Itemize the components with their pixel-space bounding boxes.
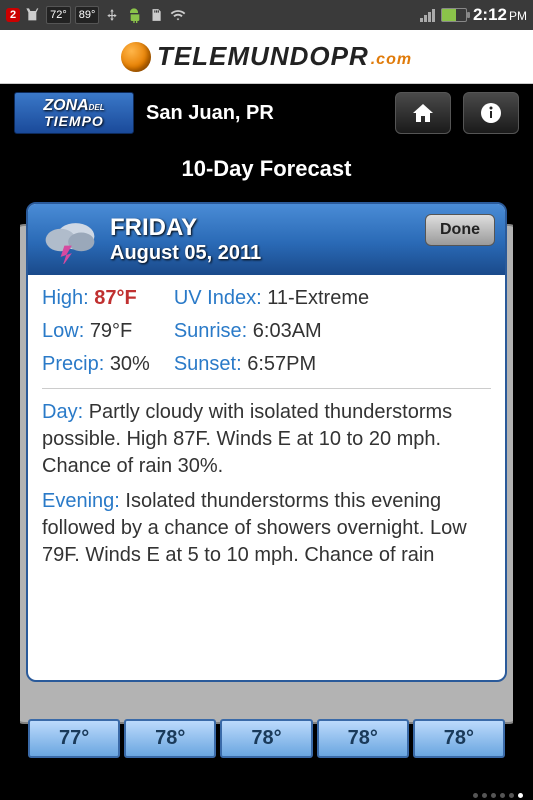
low-label: Low: bbox=[42, 320, 84, 342]
status-temp-2: 89° bbox=[75, 6, 100, 24]
high-label: High: bbox=[42, 287, 89, 309]
evening-narr-label: Evening: bbox=[42, 490, 120, 512]
page-indicator bbox=[473, 793, 523, 798]
day-info: FRIDAY August 05, 2011 bbox=[110, 214, 261, 265]
shopping-icon bbox=[24, 6, 42, 24]
uv-value: 11-Extreme bbox=[267, 287, 369, 309]
page-title: 10-Day Forecast bbox=[0, 142, 533, 202]
day-narr-label: Day: bbox=[42, 401, 83, 423]
forecast-day-cell[interactable]: 78° bbox=[413, 719, 505, 758]
status-temp-1: 72° bbox=[46, 6, 71, 24]
logo-text: TELEMUNDOPR bbox=[157, 41, 369, 72]
stats-col-left: High: 87°F Low: 79°F Precip: 30% bbox=[42, 285, 150, 378]
battery-icon bbox=[441, 8, 467, 22]
forecast-detail-card: FRIDAY August 05, 2011 Done High: 87°F L… bbox=[26, 202, 507, 682]
precip-value: 30% bbox=[110, 353, 150, 375]
status-left: 2 72° 89° bbox=[6, 6, 187, 24]
stats-col-right: UV Index: 11-Extreme Sunrise: 6:03AM Sun… bbox=[174, 285, 369, 378]
signal-icon bbox=[420, 8, 435, 22]
logo-suffix: .com bbox=[371, 51, 412, 69]
day-name: FRIDAY bbox=[110, 214, 261, 242]
forecast-day-cell[interactable]: 78° bbox=[220, 719, 312, 758]
content-area: FRIDAY August 05, 2011 Done High: 87°F L… bbox=[20, 202, 513, 762]
android-status-bar: 2 72° 89° 2:12PM bbox=[0, 0, 533, 30]
info-button[interactable] bbox=[463, 92, 519, 134]
card-body: High: 87°F Low: 79°F Precip: 30% UV Inde… bbox=[28, 275, 505, 587]
day-date: August 05, 2011 bbox=[110, 242, 261, 265]
stats-grid: High: 87°F Low: 79°F Precip: 30% UV Inde… bbox=[42, 285, 491, 389]
sunrise-value: 6:03AM bbox=[253, 320, 322, 342]
status-clock: 2:12PM bbox=[473, 5, 527, 25]
done-button[interactable]: Done bbox=[425, 214, 495, 246]
evening-narrative: Evening: Isolated thunderstorms this eve… bbox=[42, 488, 491, 569]
usb-icon bbox=[103, 6, 121, 24]
sunset-label: Sunset: bbox=[174, 353, 242, 375]
high-value: 87°F bbox=[94, 287, 136, 309]
sunrise-label: Sunrise: bbox=[174, 320, 247, 342]
precip-label: Precip: bbox=[42, 353, 104, 375]
wifi-icon bbox=[169, 6, 187, 24]
brand-banner: TELEMUNDOPR .com bbox=[0, 30, 533, 84]
forecast-day-cell[interactable]: 77° bbox=[28, 719, 120, 758]
home-icon bbox=[411, 101, 435, 125]
card-header: FRIDAY August 05, 2011 Done bbox=[28, 204, 505, 275]
telemundopr-logo: TELEMUNDOPR .com bbox=[121, 41, 412, 72]
day-narrative: Day: Partly cloudy with isolated thunder… bbox=[42, 399, 491, 480]
forecast-day-cell[interactable]: 78° bbox=[317, 719, 409, 758]
forecast-strip[interactable]: 77° 78° 78° 78° 78° bbox=[20, 719, 513, 758]
day-narr-text: Partly cloudy with isolated thunderstorm… bbox=[42, 401, 452, 477]
thunderstorm-icon bbox=[40, 216, 100, 264]
app-nav: ZONADEL TIEMPO San Juan, PR bbox=[0, 84, 533, 142]
status-right: 2:12PM bbox=[420, 5, 527, 25]
uv-label: UV Index: bbox=[174, 287, 262, 309]
sunset-value: 6:57PM bbox=[247, 353, 316, 375]
sd-card-icon bbox=[147, 6, 165, 24]
notification-badge: 2 bbox=[6, 8, 20, 22]
logo-ball-icon bbox=[121, 42, 151, 72]
home-button[interactable] bbox=[395, 92, 451, 134]
location-label[interactable]: San Juan, PR bbox=[146, 102, 383, 125]
android-icon bbox=[125, 6, 143, 24]
zona-tiempo-logo[interactable]: ZONADEL TIEMPO bbox=[14, 92, 134, 134]
forecast-day-cell[interactable]: 78° bbox=[124, 719, 216, 758]
info-icon bbox=[479, 101, 503, 125]
low-value: 79°F bbox=[90, 320, 132, 342]
